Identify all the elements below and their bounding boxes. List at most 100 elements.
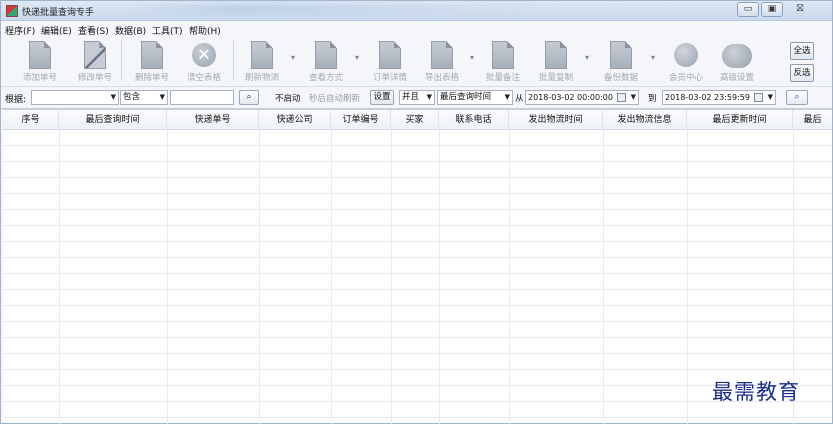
from-datetime-picker[interactable]: 2018-03-02 00:00:00 ▼ bbox=[525, 90, 639, 105]
menu-view[interactable]: 查看(S) bbox=[78, 24, 109, 37]
menu-help[interactable]: 帮助(H) bbox=[189, 24, 221, 37]
to-datetime-value: 2018-03-02 23:59:59 bbox=[665, 93, 750, 102]
basis-select[interactable]: ▼ bbox=[31, 90, 119, 105]
title-bar: 快递批量查询专手 ▭ ▣ ⛝ bbox=[1, 1, 832, 21]
to-label: 到 bbox=[648, 94, 657, 104]
contains-select[interactable]: 包含 ▼ bbox=[120, 90, 168, 105]
column-divider bbox=[331, 130, 332, 424]
column-header[interactable]: 最后查询时间 bbox=[59, 110, 167, 130]
backup-data-label: 备份数据 bbox=[603, 73, 638, 83]
column-header[interactable]: 最后 bbox=[793, 110, 832, 130]
chevron-down-icon: ▼ bbox=[504, 93, 510, 101]
settings-button[interactable]: 设置 bbox=[370, 90, 394, 105]
backup-data-button[interactable]: 备份数据 bbox=[596, 39, 646, 85]
export-table-label: 导出表格 bbox=[424, 73, 459, 83]
app-window: 快递批量查询专手 ▭ ▣ ⛝ 程序(F) 编辑(E) 查看(S) 数据(B) 工… bbox=[0, 0, 833, 424]
column-divider bbox=[603, 130, 604, 424]
chevron-down-icon[interactable]: ▾ bbox=[585, 53, 589, 62]
menu-program[interactable]: 程序(F) bbox=[5, 24, 35, 37]
column-header[interactable]: 联系电话 bbox=[439, 110, 509, 130]
edit-button-label: 修改单号 bbox=[77, 73, 112, 83]
add-button-label: 添加单号 bbox=[22, 73, 57, 83]
contains-select-value: 包含 bbox=[123, 92, 141, 102]
toolbar-separator bbox=[233, 41, 234, 81]
chevron-down-icon: ▼ bbox=[426, 93, 432, 101]
app-icon bbox=[6, 5, 18, 17]
column-header[interactable]: 序号 bbox=[3, 110, 59, 130]
search-icon: ⌕ bbox=[794, 92, 800, 102]
menu-edit[interactable]: 编辑(E) bbox=[41, 24, 72, 37]
chevron-down-icon[interactable]: ▾ bbox=[355, 53, 359, 62]
advanced-settings-label: 高级设置 bbox=[719, 73, 754, 83]
order-detail-label: 订单详情 bbox=[372, 73, 407, 83]
menu-tools[interactable]: 工具(T) bbox=[152, 24, 183, 37]
refresh-logistics-button[interactable]: 刷新物流 bbox=[237, 39, 287, 85]
column-header[interactable]: 订单编号 bbox=[331, 110, 391, 130]
order-detail-button[interactable]: 订单详情 bbox=[365, 39, 415, 85]
export-doc-icon bbox=[431, 41, 453, 69]
search-date-button[interactable]: ⌕ bbox=[786, 90, 808, 105]
keyword-input[interactable] bbox=[170, 90, 234, 105]
chevron-down-icon: ▼ bbox=[159, 93, 165, 101]
search-icon: ⌕ bbox=[246, 92, 252, 102]
chevron-down-icon[interactable]: ▾ bbox=[291, 53, 295, 62]
member-center-button[interactable]: 会员中心 bbox=[661, 39, 711, 85]
column-header[interactable]: 发出物流信息 bbox=[603, 110, 687, 130]
delete-button[interactable]: 删除单号 bbox=[127, 39, 177, 85]
filter-bar: 根据: ▼ 包含 ▼ ⌕ 不启动 秒后自动刷新 设置 并且 ▼ 最后查询时间 ▼… bbox=[1, 87, 832, 109]
toolbar: 添加单号 修改单号 删除单号 ✕ 清空表格 刷新物流 ▾ 查看方式 ▾ 订单详情 bbox=[1, 37, 832, 87]
view-mode-button[interactable]: 查看方式 bbox=[301, 39, 351, 85]
search-button[interactable]: ⌕ bbox=[239, 90, 259, 105]
column-header[interactable]: 快递单号 bbox=[167, 110, 259, 130]
title-bar-blur bbox=[111, 3, 731, 15]
maximize-button[interactable]: ▣ bbox=[761, 2, 783, 17]
backup-doc-icon bbox=[610, 41, 632, 69]
batch-copy-button[interactable]: 批量复制 bbox=[531, 39, 581, 85]
toolbar-separator bbox=[121, 41, 122, 81]
edit-button[interactable]: 修改单号 bbox=[70, 39, 120, 85]
batch-note-label: 批量备注 bbox=[485, 73, 520, 83]
column-divider bbox=[167, 130, 168, 424]
not-started-label: 不启动 bbox=[275, 94, 301, 104]
column-divider bbox=[687, 130, 688, 424]
export-table-button[interactable]: 导出表格 bbox=[417, 39, 467, 85]
clock-icon bbox=[674, 43, 698, 67]
column-header[interactable]: 发出物流时间 bbox=[509, 110, 603, 130]
minimize-button[interactable]: ▭ bbox=[737, 2, 759, 17]
column-divider bbox=[59, 130, 60, 424]
column-divider bbox=[259, 130, 260, 424]
table-body bbox=[3, 130, 832, 424]
settings-blob-icon bbox=[722, 44, 752, 68]
chevron-down-icon[interactable]: ▾ bbox=[651, 53, 655, 62]
column-header[interactable]: 快递公司 bbox=[259, 110, 331, 130]
add-button[interactable]: 添加单号 bbox=[15, 39, 65, 85]
menu-data[interactable]: 数据(B) bbox=[115, 24, 146, 37]
chevron-down-icon[interactable]: ▾ bbox=[470, 53, 474, 62]
batch-copy-label: 批量复制 bbox=[538, 73, 573, 83]
results-table[interactable]: 序号 最后查询时间 快递单号 快递公司 订单编号 买家 联系电话 发出物流时间 … bbox=[3, 109, 832, 424]
close-button[interactable]: ⛝ bbox=[787, 2, 813, 17]
invert-selection-button[interactable]: 反选 bbox=[790, 64, 814, 82]
select-all-button[interactable]: 全选 bbox=[790, 42, 814, 60]
clear-table-button[interactable]: ✕ 清空表格 bbox=[179, 39, 229, 85]
column-header[interactable]: 买家 bbox=[391, 110, 439, 130]
time-field-select[interactable]: 最后查询时间 ▼ bbox=[437, 90, 513, 105]
clear-x-icon: ✕ bbox=[192, 43, 216, 67]
column-divider bbox=[509, 130, 510, 424]
add-doc-icon bbox=[29, 41, 51, 69]
to-datetime-picker[interactable]: 2018-03-02 23:59:59 ▼ bbox=[662, 90, 776, 105]
auto-refresh-label: 秒后自动刷新 bbox=[309, 94, 361, 104]
column-header[interactable]: 最后更新时间 bbox=[687, 110, 793, 130]
delete-doc-icon bbox=[141, 41, 163, 69]
advanced-settings-button[interactable]: 高级设置 bbox=[712, 39, 762, 85]
delete-button-label: 删除单号 bbox=[134, 73, 169, 83]
note-doc-icon bbox=[492, 41, 514, 69]
window-title: 快递批量查询专手 bbox=[22, 8, 95, 18]
batch-note-button[interactable]: 批量备注 bbox=[478, 39, 528, 85]
menu-bar: 程序(F) 编辑(E) 查看(S) 数据(B) 工具(T) 帮助(H) bbox=[1, 21, 832, 37]
view-mode-label: 查看方式 bbox=[308, 73, 343, 83]
time-field-select-value: 最后查询时间 bbox=[440, 92, 492, 102]
and-select[interactable]: 并且 ▼ bbox=[399, 90, 435, 105]
view-doc-icon bbox=[315, 41, 337, 69]
refresh-doc-icon bbox=[251, 41, 273, 69]
